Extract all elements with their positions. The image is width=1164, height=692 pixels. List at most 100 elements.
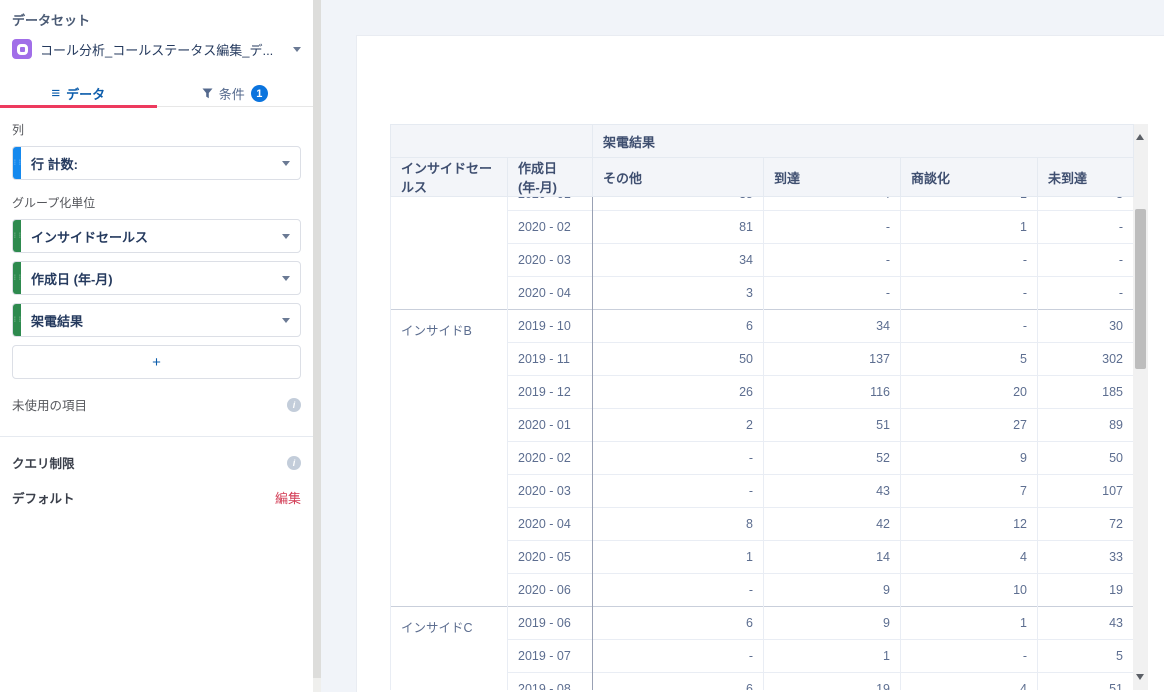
value-cell[interactable]: 12 bbox=[901, 508, 1038, 541]
date-cell[interactable]: 2020 - 03 bbox=[508, 244, 593, 277]
value-cell[interactable]: 4 bbox=[901, 673, 1038, 691]
date-cell[interactable]: 2020 - 01 bbox=[508, 409, 593, 442]
value-cell[interactable]: 26 bbox=[593, 376, 764, 409]
value-cell[interactable]: 20 bbox=[901, 376, 1038, 409]
value-cell[interactable]: 1 bbox=[764, 640, 901, 673]
value-cell[interactable]: 14 bbox=[764, 541, 901, 574]
col-header-other[interactable]: その他 bbox=[593, 158, 764, 197]
value-cell[interactable]: 33 bbox=[1038, 541, 1134, 574]
scroll-up-icon[interactable] bbox=[1136, 134, 1144, 140]
value-cell[interactable]: 89 bbox=[1038, 409, 1134, 442]
value-cell[interactable]: - bbox=[593, 475, 764, 508]
value-cell[interactable]: 34 bbox=[764, 310, 901, 343]
drag-handle-icon[interactable]: ⋮⋮ bbox=[13, 304, 21, 336]
col-header-reached[interactable]: 到達 bbox=[764, 158, 901, 197]
scroll-down-icon[interactable] bbox=[1136, 674, 1144, 680]
value-cell[interactable]: 1 bbox=[593, 541, 764, 574]
value-cell[interactable]: 19 bbox=[1038, 574, 1134, 607]
value-cell[interactable]: 42 bbox=[764, 508, 901, 541]
value-cell[interactable]: 52 bbox=[764, 442, 901, 475]
value-cell[interactable]: 9 bbox=[901, 442, 1038, 475]
date-cell[interactable]: 2020 - 02 bbox=[508, 211, 593, 244]
value-cell[interactable]: 34 bbox=[593, 244, 764, 277]
value-cell[interactable]: 107 bbox=[1038, 475, 1134, 508]
col-header-inside-sales[interactable]: インサイドセールス bbox=[391, 158, 508, 197]
date-cell[interactable]: 2019 - 11 bbox=[508, 343, 593, 376]
tab-filters[interactable]: 条件 1 bbox=[157, 81, 314, 106]
value-cell[interactable]: 50 bbox=[593, 343, 764, 376]
value-cell[interactable]: 19 bbox=[764, 673, 901, 691]
value-cell[interactable]: - bbox=[764, 277, 901, 310]
value-cell[interactable]: 185 bbox=[1038, 376, 1134, 409]
drag-handle-icon[interactable]: ⋮⋮ bbox=[13, 220, 21, 252]
value-cell[interactable]: 72 bbox=[1038, 508, 1134, 541]
dataset-selector[interactable]: コール分析_コールステータス編集_デ... bbox=[12, 35, 301, 63]
value-cell[interactable]: 10 bbox=[901, 574, 1038, 607]
date-cell[interactable]: 2020 - 04 bbox=[508, 277, 593, 310]
value-cell[interactable]: 302 bbox=[1038, 343, 1134, 376]
value-cell[interactable]: - bbox=[1038, 211, 1134, 244]
date-cell[interactable]: 2019 - 07 bbox=[508, 640, 593, 673]
value-cell[interactable]: - bbox=[593, 574, 764, 607]
grouping-pill-inside-sales[interactable]: ⋮⋮ インサイドセールス bbox=[12, 219, 301, 253]
value-cell[interactable]: 43 bbox=[1038, 607, 1134, 640]
info-icon[interactable]: i bbox=[287, 456, 301, 470]
date-cell[interactable]: 2020 - 02 bbox=[508, 442, 593, 475]
value-cell[interactable]: 6 bbox=[593, 673, 764, 691]
date-cell[interactable]: 2019 - 06 bbox=[508, 607, 593, 640]
value-cell[interactable]: 5 bbox=[901, 343, 1038, 376]
value-cell[interactable]: - bbox=[901, 277, 1038, 310]
value-cell[interactable]: 50 bbox=[1038, 442, 1134, 475]
measure-pill[interactable]: ⋮⋮ 行 計数: bbox=[12, 146, 301, 180]
value-cell[interactable]: - bbox=[1038, 244, 1134, 277]
value-cell[interactable]: 7 bbox=[901, 475, 1038, 508]
value-cell[interactable]: - bbox=[901, 244, 1038, 277]
date-cell[interactable]: 2020 - 06 bbox=[508, 574, 593, 607]
value-cell[interactable]: 51 bbox=[1038, 673, 1134, 691]
value-cell[interactable]: 116 bbox=[764, 376, 901, 409]
date-cell[interactable]: 2020 - 05 bbox=[508, 541, 593, 574]
spanning-header-cell[interactable]: 架電結果 bbox=[593, 125, 1134, 158]
date-cell[interactable]: 2019 - 08 bbox=[508, 673, 593, 691]
value-cell[interactable]: 51 bbox=[764, 409, 901, 442]
value-cell[interactable]: 4 bbox=[901, 541, 1038, 574]
value-cell[interactable]: 27 bbox=[901, 409, 1038, 442]
table-scrollbar-thumb[interactable] bbox=[1135, 209, 1146, 369]
value-cell[interactable]: - bbox=[901, 640, 1038, 673]
value-cell[interactable]: - bbox=[593, 442, 764, 475]
value-cell[interactable]: 3 bbox=[593, 277, 764, 310]
date-cell[interactable]: 2020 - 04 bbox=[508, 508, 593, 541]
value-cell[interactable]: 9 bbox=[764, 607, 901, 640]
value-cell[interactable]: 43 bbox=[764, 475, 901, 508]
value-cell[interactable]: 81 bbox=[593, 211, 764, 244]
grouping-pill-call-result[interactable]: ⋮⋮ 架電結果 bbox=[12, 303, 301, 337]
value-cell[interactable]: 5 bbox=[1038, 640, 1134, 673]
drag-handle-icon[interactable]: ⋮⋮ bbox=[13, 147, 21, 179]
value-cell[interactable]: 8 bbox=[593, 508, 764, 541]
value-cell[interactable]: 137 bbox=[764, 343, 901, 376]
col-header-negotiation[interactable]: 商談化 bbox=[901, 158, 1038, 197]
value-cell[interactable]: 6 bbox=[593, 310, 764, 343]
value-cell[interactable]: - bbox=[1038, 277, 1134, 310]
sidebar-scrollbar[interactable] bbox=[313, 0, 321, 692]
value-cell[interactable]: 1 bbox=[901, 607, 1038, 640]
date-cell[interactable]: 2019 - 12 bbox=[508, 376, 593, 409]
value-cell[interactable]: 6 bbox=[593, 607, 764, 640]
value-cell[interactable]: - bbox=[593, 640, 764, 673]
table-scrollbar[interactable] bbox=[1133, 124, 1148, 690]
info-icon[interactable]: i bbox=[287, 398, 301, 412]
value-cell[interactable]: - bbox=[764, 211, 901, 244]
add-grouping-button[interactable]: + bbox=[12, 345, 301, 379]
tab-data[interactable]: ≡ データ bbox=[0, 81, 157, 106]
date-cell[interactable]: 2020 - 03 bbox=[508, 475, 593, 508]
date-cell[interactable]: 2019 - 10 bbox=[508, 310, 593, 343]
grouping-pill-created-date[interactable]: ⋮⋮ 作成日 (年-月) bbox=[12, 261, 301, 295]
value-cell[interactable]: 1 bbox=[901, 211, 1038, 244]
value-cell[interactable]: 2 bbox=[593, 409, 764, 442]
value-cell[interactable]: - bbox=[901, 310, 1038, 343]
edit-link[interactable]: 編集 bbox=[275, 488, 301, 507]
col-header-created-date[interactable]: 作成日 (年-月) bbox=[508, 158, 593, 197]
col-header-unreached[interactable]: 未到達 bbox=[1038, 158, 1134, 197]
value-cell[interactable]: 9 bbox=[764, 574, 901, 607]
value-cell[interactable]: - bbox=[764, 244, 901, 277]
